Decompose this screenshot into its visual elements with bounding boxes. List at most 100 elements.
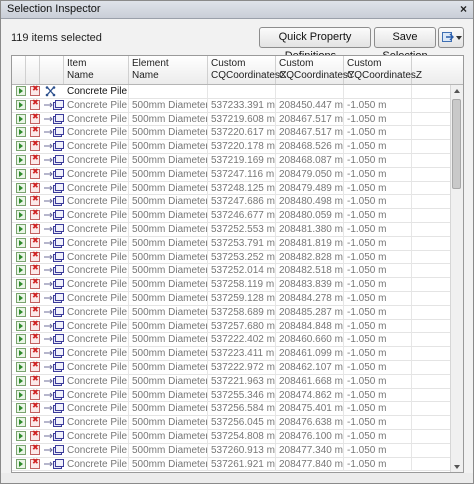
table-row[interactable]: Concrete Pile500mm Diameter537220.617 m2… [12,125,450,141]
table-row[interactable]: Concrete Pile500mm Diameter537258.689 m2… [12,305,450,320]
column-header-4[interactable]: Element Name [129,56,208,84]
zoom-to-item-icon[interactable] [44,431,64,441]
column-header-7[interactable]: Custom CQCoordinatesZ [344,56,422,84]
expand-group-icon[interactable] [44,86,64,97]
table-row[interactable]: Concrete Pile500mm Diameter537253.252 m2… [12,250,450,265]
remove-item-icon[interactable] [30,112,40,124]
select-item-icon[interactable] [16,334,26,345]
zoom-to-item-icon[interactable] [44,362,64,372]
zoom-to-item-icon[interactable] [44,348,64,359]
remove-item-icon[interactable] [30,360,40,372]
select-item-icon[interactable] [16,431,26,441]
zoom-to-item-icon[interactable] [44,458,64,469]
select-item-icon[interactable] [16,168,26,179]
remove-item-icon[interactable] [30,153,40,165]
table-row[interactable]: Concrete Pile500mm Diameter537255.346 m2… [12,388,450,403]
remove-item-icon[interactable] [30,291,40,303]
zoom-to-item-icon[interactable] [44,417,64,428]
column-header-6[interactable]: Custom CQCoordinatesY [276,56,355,84]
remove-item-icon[interactable] [30,208,40,221]
remove-item-icon[interactable] [30,222,40,234]
select-item-icon[interactable] [16,251,26,262]
table-row[interactable]: Concrete Pile500mm Diameter537259.128 m2… [12,291,450,306]
table-row[interactable]: Concrete Pile500mm Diameter537257.680 m2… [12,319,450,334]
remove-item-icon[interactable] [30,429,40,441]
remove-item-icon[interactable] [30,277,40,290]
zoom-to-item-icon[interactable] [44,127,64,138]
table-row[interactable]: Concrete Pile500mm Diameter537233.391 m2… [12,98,450,113]
zoom-to-item-icon[interactable] [44,444,64,455]
table-row[interactable]: Concrete Pile500mm Diameter537247.116 m2… [12,167,450,182]
zoom-to-item-icon[interactable] [44,279,64,290]
zoom-to-item-icon[interactable] [44,113,64,124]
select-item-icon[interactable] [16,237,26,248]
remove-item-icon[interactable] [30,415,40,428]
select-item-icon[interactable] [16,417,26,428]
zoom-to-item-icon[interactable] [44,293,64,303]
remove-item-icon[interactable] [30,125,40,138]
select-item-icon[interactable] [16,210,26,221]
select-item-icon[interactable] [16,127,26,138]
select-item-icon[interactable] [16,375,26,386]
remove-item-icon[interactable] [30,374,40,386]
select-item-icon[interactable] [16,348,26,359]
select-item-icon[interactable] [16,86,26,96]
remove-item-icon[interactable] [30,263,40,276]
select-item-icon[interactable] [16,196,26,207]
select-item-icon[interactable] [16,293,26,303]
select-item-icon[interactable] [16,141,26,152]
table-row[interactable]: Concrete Pile500mm Diameter537246.677 m2… [12,208,450,223]
save-selection-button[interactable]: Save Selection [374,27,436,62]
select-item-icon[interactable] [16,182,26,193]
scrollbar-thumb[interactable] [452,99,461,189]
remove-item-icon[interactable] [30,167,40,179]
table-row[interactable]: Concrete Pile500mm Diameter537260.913 m2… [12,443,450,458]
table-row[interactable]: Concrete Pile500mm Diameter537256.584 m2… [12,401,450,417]
table-row[interactable]: Concrete Pile500mm Diameter537221.963 m2… [12,374,450,389]
select-item-icon[interactable] [16,458,26,469]
zoom-to-item-icon[interactable] [44,403,64,414]
zoom-to-item-icon[interactable] [44,141,64,152]
zoom-to-item-icon[interactable] [44,265,64,276]
select-item-icon[interactable] [16,113,26,124]
zoom-to-item-icon[interactable] [44,237,64,248]
remove-item-icon[interactable] [30,250,40,262]
table-row[interactable]: Concrete Pile500mm Diameter537252.553 m2… [12,222,450,237]
remove-item-icon[interactable] [30,84,40,96]
table-row[interactable]: Concrete Pile500mm Diameter537248.125 m2… [12,181,450,196]
column-header-1[interactable] [26,56,40,84]
table-row[interactable]: Concrete Pile500mm Diameter537253.791 m2… [12,236,450,251]
zoom-to-item-icon[interactable] [44,334,64,345]
remove-item-icon[interactable] [30,236,40,248]
table-row[interactable]: Concrete Pile500mm Diameter537222.402 m2… [12,332,450,348]
table-row[interactable]: Concrete Pile500mm Diameter537223.411 m2… [12,346,450,361]
remove-item-icon[interactable] [30,443,40,455]
scroll-down-icon[interactable] [451,461,463,472]
table-row[interactable]: Concrete Pile500mm Diameter537222.972 m2… [12,360,450,375]
remove-item-icon[interactable] [30,388,40,400]
table-row[interactable]: Concrete Pile500mm Diameter537252.014 m2… [12,263,450,279]
table-row[interactable]: Concrete Pile500mm Diameter537219.169 m2… [12,153,450,168]
select-item-icon[interactable] [16,279,26,290]
column-header-3[interactable]: Item Name [64,56,129,84]
select-item-icon[interactable] [16,99,26,110]
zoom-to-item-icon[interactable] [44,196,64,207]
remove-item-icon[interactable] [30,401,40,414]
vertical-scrollbar[interactable] [450,85,463,472]
table-row[interactable]: Concrete Pile500mm Diameter537219.608 m2… [12,112,450,127]
column-header-5[interactable]: Custom CQCoordinatesX [208,56,287,84]
remove-item-icon[interactable] [30,98,40,110]
zoom-to-item-icon[interactable] [44,320,64,331]
remove-item-icon[interactable] [30,319,40,331]
remove-item-icon[interactable] [30,194,40,207]
select-item-icon[interactable] [16,320,26,331]
zoom-to-item-icon[interactable] [44,375,64,386]
remove-item-icon[interactable] [30,457,40,469]
select-item-icon[interactable] [16,265,26,276]
export-dropdown-button[interactable] [438,27,464,48]
zoom-to-item-icon[interactable] [44,306,64,317]
zoom-to-item-icon[interactable] [44,182,64,193]
remove-item-icon[interactable] [30,181,40,193]
group-row[interactable]: Concrete Pile [12,84,450,99]
remove-item-icon[interactable] [30,139,40,152]
